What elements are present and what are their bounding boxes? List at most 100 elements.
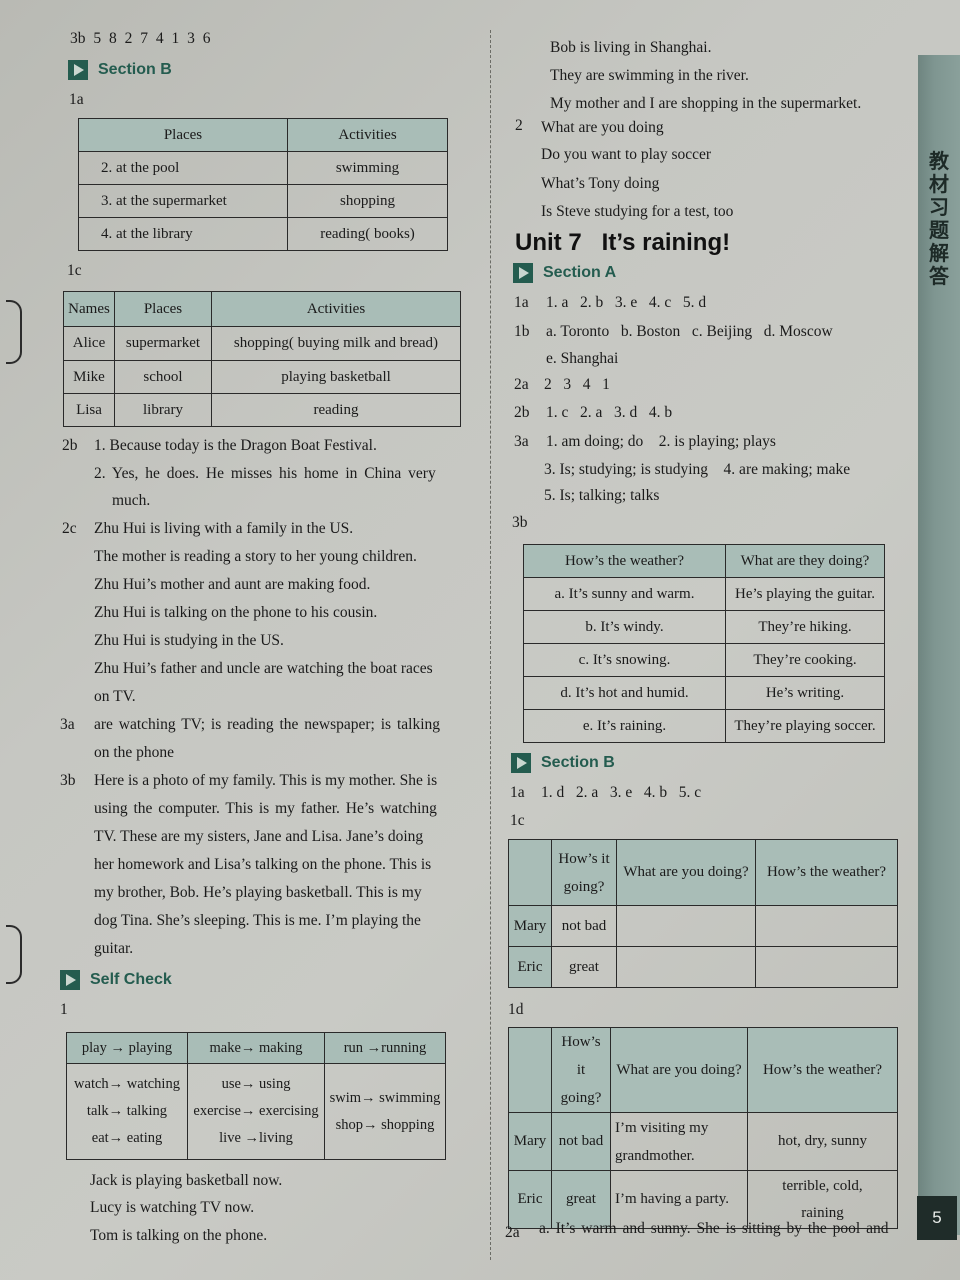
side-tab-label: 教材习题解答 [929, 149, 949, 288]
table-cell [755, 905, 898, 947]
unit-title: Unit 7 It’s raining! [515, 229, 730, 257]
play-triangle-icon [68, 60, 88, 80]
table-header: play → playing [66, 1032, 188, 1064]
word-pair: shop→ shopping [335, 1116, 435, 1133]
answer-line: 1. am doing; do 2. is playing; plays [546, 433, 776, 450]
answer-line: Zhu Hui is studying in the US. [94, 632, 284, 649]
table-cell [616, 946, 756, 988]
answer-line: TV. These are my sisters, Jane and Lisa.… [94, 828, 424, 845]
answer-line: Do you want to play soccer [541, 146, 712, 163]
table-header: Places [78, 118, 288, 152]
table-header: make→ making [187, 1032, 325, 1064]
table-cell: swimming [287, 151, 448, 185]
table-header: What are you doing? [610, 1027, 748, 1113]
table-header: Places [114, 291, 212, 327]
table-cell: They’re playing soccer. [725, 709, 885, 743]
answer-line: Jack is playing basketball now. [90, 1172, 283, 1189]
table-header: How’s it going? [551, 1027, 611, 1113]
table-row: Eric great [508, 946, 898, 988]
exercise-label: 2b [514, 404, 530, 421]
table-cell: b. It’s windy. [523, 610, 726, 644]
table-cell: not bad [551, 1112, 611, 1171]
play-triangle-icon [60, 970, 80, 990]
answer-line: Bob is living in Shanghai. [550, 39, 712, 56]
table-cell: great [551, 946, 617, 988]
table-1c: Names Places Activities Alice supermarke… [63, 291, 461, 427]
answer-line: my brother, Bob. He’s playing basketball… [94, 884, 422, 901]
exercise-label: 1a [69, 91, 84, 108]
table-header: What are they doing? [725, 544, 885, 578]
table-cell: He’s writing. [725, 676, 885, 710]
answer-line: 3. Is; studying; is studying 4. are maki… [544, 461, 851, 478]
section-b-heading: Section B [68, 60, 172, 80]
table-row: b. It’s windy. They’re hiking. [523, 610, 885, 644]
answer-line: a. Toronto b. Boston c. Beijing d. Mosco… [546, 323, 833, 340]
table-header: Activities [211, 291, 461, 327]
table-cell: reading( books) [287, 217, 448, 251]
word-pair: use→ using [221, 1076, 291, 1092]
table-cell: c. It’s snowing. [523, 643, 726, 677]
table-cell: Mary [508, 1112, 552, 1171]
section-title: Section A [543, 264, 617, 281]
answer-line: They are swimming in the river. [550, 67, 749, 84]
answer-line: on the phone [94, 744, 175, 761]
table-header [508, 1027, 552, 1113]
table-cell: Lisa [63, 393, 115, 427]
table-row: Mary not bad [508, 905, 898, 947]
table-header: run →running [324, 1032, 446, 1064]
unit-number: Unit 7 [515, 229, 582, 256]
table-1c-b: How’s it going? What are you doing? How’… [508, 839, 898, 988]
answer-line: much. [112, 492, 151, 509]
table-cell: playing basketball [211, 360, 461, 394]
exercise-label: 1 [60, 1001, 68, 1018]
table-header: Activities [287, 118, 448, 152]
table-row: watch→ watching talk→ talking eat→ eatin… [66, 1063, 446, 1160]
table-row: Mary not bad I’m visiting my grandmother… [508, 1112, 898, 1171]
table-header: Names [63, 291, 115, 327]
word-pair: watch→ watching [74, 1076, 180, 1092]
section-title: Section B [541, 754, 615, 771]
table-1d: How’s it going? What are you doing? How’… [508, 1027, 898, 1229]
table-header: How’s the weather? [523, 544, 726, 578]
table-header: How’s it going? [551, 839, 617, 906]
table-cell: They’re hiking. [725, 610, 885, 644]
answer-line: Zhu Hui is living with a family in the U… [94, 520, 354, 537]
exercise-label: 1a [514, 294, 529, 311]
table-cell: use→ using exercise→ exercising live →li… [187, 1063, 325, 1160]
table-row: Lisa library reading [63, 393, 461, 427]
answer-line: Zhu Hui’s father and uncle are watching … [94, 660, 433, 677]
table-cell: 3. at the supermarket [78, 184, 288, 218]
table-cell: not bad [551, 905, 617, 947]
table-header: How’s the weather? [755, 839, 898, 906]
table-header [508, 839, 552, 906]
answer-line: Tom is talking on the phone. [90, 1227, 268, 1244]
answer-line: on TV. [94, 688, 136, 705]
answer-line: guitar. [94, 940, 134, 957]
section-b-heading: Section B [511, 753, 615, 773]
table-cell: shopping [287, 184, 448, 218]
table-row: c. It’s snowing. They’re cooking. [523, 643, 885, 677]
table-cell: d. It’s hot and humid. [523, 676, 726, 710]
exercise-label: 3b [512, 514, 528, 531]
answer-line: My mother and I are shopping in the supe… [550, 95, 862, 112]
answer-line: 2 3 4 1 [544, 376, 610, 393]
table-cell: Mike [63, 360, 115, 394]
answer-line: Zhu Hui is talking on the phone to his c… [94, 604, 378, 621]
answer-line: her homework and Lisa’s talking on the p… [94, 856, 432, 873]
answer-line: dog Tina. She’s sleeping. This is me. I’… [94, 912, 421, 929]
exercise-label: 3a [60, 716, 75, 733]
section-a-heading: Section A [513, 263, 616, 283]
answer-line: Lucy is watching TV now. [90, 1199, 255, 1216]
section-title: Self Check [90, 971, 172, 988]
answer-line: 1. Because today is the Dragon Boat Fest… [94, 437, 377, 454]
answer-line: a. It’s warm and sunny. She is sitting b… [539, 1220, 889, 1237]
table-cell: supermarket [114, 326, 212, 361]
table-cell: watch→ watching talk→ talking eat→ eatin… [66, 1063, 188, 1160]
table-cell: e. It’s raining. [523, 709, 726, 743]
exercise-label: 1c [510, 812, 525, 829]
answer-line: 5. Is; talking; talks [544, 487, 660, 504]
table-cell: hot, dry, sunny [747, 1112, 898, 1171]
exercise-label: 1b [514, 323, 530, 340]
word-pair: live →living [219, 1130, 293, 1146]
unit-name: It’s raining! [601, 229, 731, 256]
